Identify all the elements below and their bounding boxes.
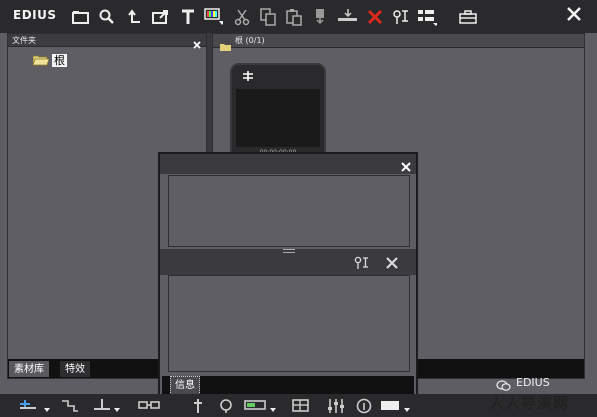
add-to-timeline-icon[interactable]	[337, 7, 357, 27]
paste-icon[interactable]	[284, 7, 304, 27]
folder-icon	[220, 37, 232, 56]
title-icon[interactable]	[178, 7, 198, 27]
watermark-brand: EDIUS	[516, 376, 550, 389]
tree-item-root[interactable]: 根	[32, 51, 67, 70]
link-icon[interactable]	[138, 398, 162, 417]
info-pane-lower	[168, 275, 410, 372]
mixer-icon[interactable]	[326, 398, 346, 417]
close-icon[interactable]	[192, 35, 202, 49]
sequence-icon	[242, 66, 254, 85]
info-icon[interactable]	[356, 398, 374, 417]
tab-bin[interactable]: 素材库	[9, 361, 49, 377]
folder-panel-header: 文件夹	[8, 34, 206, 49]
edius-bin-window: EDIUS 文件夹 根 素材库 特效 根 (0/1) 信息 EDIUS 人人导演…	[0, 0, 597, 417]
properties-icon[interactable]	[391, 7, 411, 27]
tree-item-label: 根	[52, 54, 67, 67]
folder-open-icon	[32, 51, 50, 70]
close-window-icon[interactable]	[565, 5, 583, 23]
bin-toolbar: EDIUS	[0, 0, 597, 33]
app-logo: EDIUS	[13, 8, 57, 22]
ripple-icon[interactable]	[60, 398, 80, 417]
folder-panel-title: 文件夹	[12, 36, 36, 45]
tab-effects[interactable]: 特效	[60, 361, 90, 377]
output-icon[interactable]	[380, 398, 416, 417]
watermark: EDIUS 人人导演网	[488, 376, 597, 414]
clip-preview	[236, 89, 320, 147]
resize-grip[interactable]	[283, 249, 295, 253]
pane-divider-bar	[160, 249, 416, 275]
info-pane-upper	[168, 175, 410, 247]
set-in-icon[interactable]	[92, 398, 122, 417]
info-palette-window: 信息	[158, 152, 418, 398]
properties-icon[interactable]	[354, 255, 370, 274]
close-icon[interactable]	[385, 255, 399, 269]
watermark-site: 人人导演网	[489, 394, 570, 412]
copy-icon[interactable]	[258, 7, 278, 27]
search-icon[interactable]	[97, 7, 117, 27]
bin-title: 根 (0/1)	[235, 36, 265, 45]
add-to-player-icon[interactable]	[310, 7, 330, 27]
bin-header: 根 (0/1)	[213, 34, 584, 51]
up-folder-icon[interactable]	[125, 7, 145, 27]
open-clip-icon[interactable]	[151, 7, 171, 27]
color-bar-icon[interactable]	[203, 7, 223, 27]
close-icon[interactable]	[400, 158, 412, 172]
info-palette-titlebar[interactable]	[160, 154, 416, 174]
delete-icon[interactable]	[365, 7, 385, 27]
render-icon[interactable]	[244, 398, 280, 417]
tab-info[interactable]: 信息	[170, 376, 200, 395]
view-icon[interactable]	[417, 7, 437, 27]
track-patch-icon[interactable]	[18, 398, 54, 417]
cut-icon[interactable]	[232, 7, 252, 27]
grid-icon[interactable]	[292, 398, 310, 417]
marker-icon[interactable]	[190, 398, 206, 417]
info-tab-bar: 信息	[162, 376, 414, 396]
audio-icon[interactable]	[218, 398, 238, 417]
new-folder-icon[interactable]	[71, 7, 91, 27]
bin-menu-icon[interactable]	[458, 7, 478, 27]
